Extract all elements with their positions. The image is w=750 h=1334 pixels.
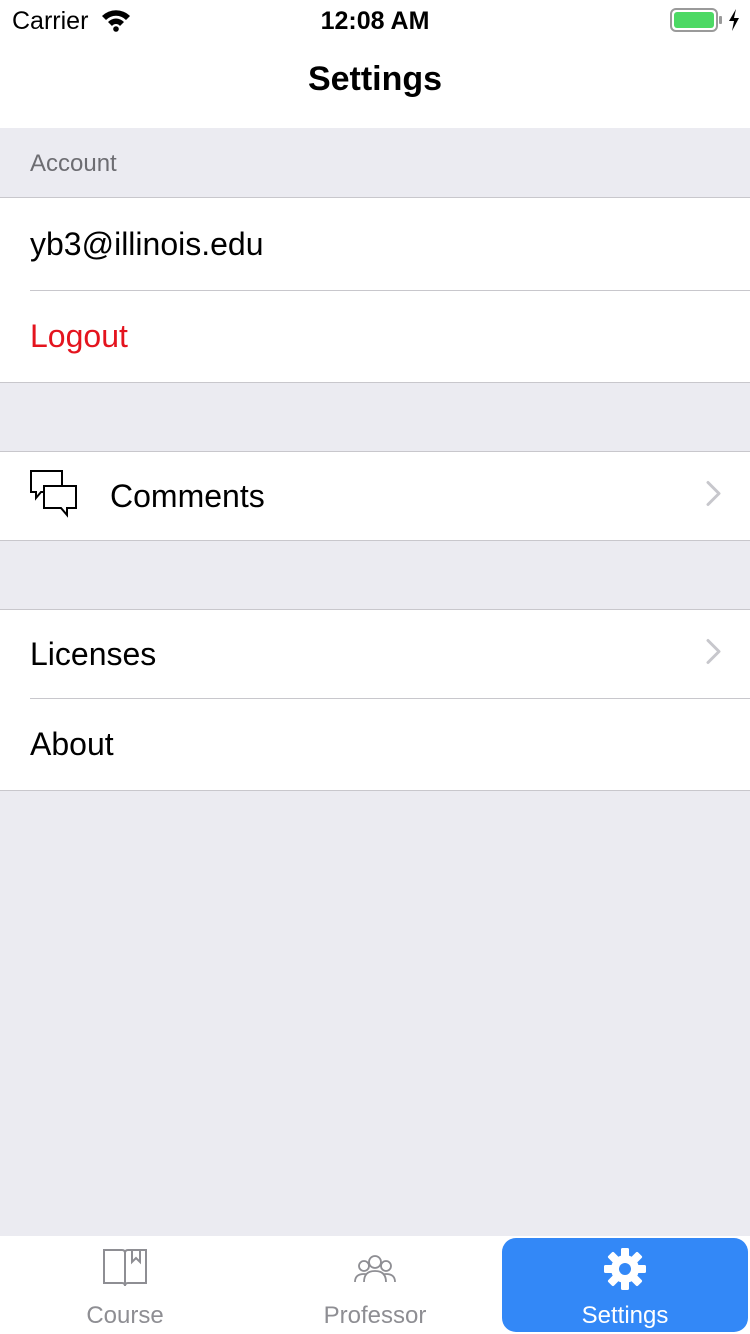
tab-bar: Course Professor Settings bbox=[0, 1236, 750, 1334]
tab-settings-label: Settings bbox=[581, 1302, 669, 1329]
comments-row[interactable]: Comments bbox=[0, 452, 750, 540]
account-email-row: yb3@illinois.edu bbox=[0, 198, 750, 290]
comments-label: Comments bbox=[110, 477, 265, 514]
account-email: yb3@illinois.edu bbox=[30, 225, 264, 262]
account-group: yb3@illinois.edu Logout bbox=[0, 197, 750, 383]
tab-professor[interactable]: Professor bbox=[250, 1236, 500, 1334]
status-time: 12:08 AM bbox=[320, 7, 430, 35]
page-title: Settings bbox=[307, 60, 443, 98]
chevron-right-icon bbox=[706, 478, 722, 515]
tab-professor-label: Professor bbox=[323, 1302, 427, 1329]
section-header-account: Account bbox=[30, 150, 117, 177]
licenses-label: Licenses bbox=[30, 635, 157, 672]
status-bar: Carrier 12:08 AM bbox=[0, 0, 750, 40]
gear-icon bbox=[600, 1246, 650, 1299]
comments-group: Comments bbox=[0, 451, 750, 541]
tab-course-label: Course bbox=[86, 1302, 164, 1329]
book-icon bbox=[100, 1246, 150, 1297]
navigation-bar: Settings bbox=[0, 40, 750, 128]
people-icon bbox=[350, 1246, 400, 1297]
chevron-right-icon bbox=[706, 636, 722, 673]
logout-label: Logout bbox=[30, 317, 128, 354]
info-group: Licenses About bbox=[0, 609, 750, 791]
charging-bolt-icon bbox=[727, 8, 741, 37]
licenses-row[interactable]: Licenses bbox=[0, 610, 750, 698]
tab-course[interactable]: Course bbox=[0, 1236, 250, 1334]
comments-icon bbox=[30, 470, 78, 528]
about-label: About bbox=[30, 725, 114, 762]
battery-icon bbox=[670, 8, 724, 37]
logout-button[interactable]: Logout bbox=[0, 290, 750, 382]
about-row[interactable]: About bbox=[0, 698, 750, 790]
tab-settings[interactable]: Settings bbox=[502, 1238, 748, 1332]
